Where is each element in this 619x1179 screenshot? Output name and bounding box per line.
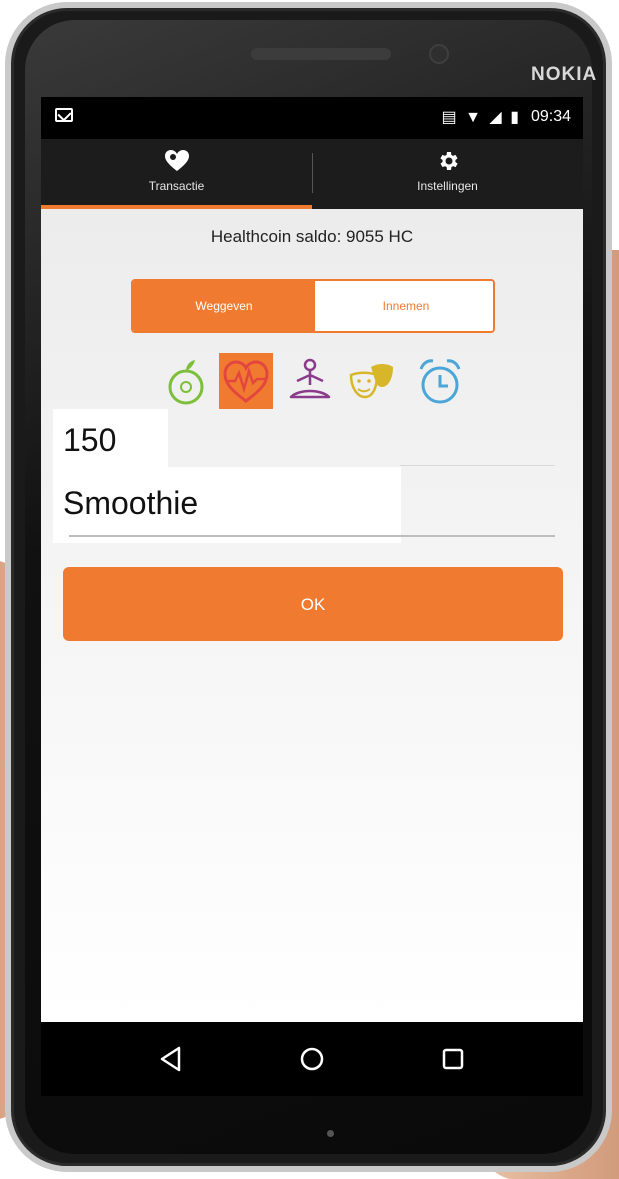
tab-label-instellingen: Instellingen	[417, 179, 478, 193]
gmail-icon	[55, 108, 73, 122]
screen: ▤ ▼ ◢ ▮ 09:34 Transactie Instellingen He…	[41, 97, 583, 1096]
category-sleep[interactable]	[413, 353, 467, 409]
wifi-icon: ▼	[465, 109, 483, 126]
tab-transactie[interactable]: Transactie	[41, 139, 312, 209]
theater-masks-icon	[349, 364, 393, 399]
category-meditation[interactable]	[283, 353, 337, 409]
status-time: 09:34	[530, 108, 571, 125]
recent-apps-button[interactable]	[393, 1022, 513, 1096]
category-health[interactable]	[219, 353, 273, 409]
amount-underline	[400, 465, 555, 466]
bottom-sensor	[327, 1130, 334, 1137]
vibrate-icon: ▤	[441, 109, 459, 126]
home-icon	[300, 1047, 324, 1071]
description-underline	[69, 535, 555, 537]
tab-label-transactie: Transactie	[148, 179, 205, 193]
back-button[interactable]	[111, 1022, 231, 1096]
navigation-bar	[41, 1022, 583, 1096]
status-icons: ▤ ▼ ◢ ▮	[442, 107, 521, 127]
earpiece-speaker	[251, 48, 391, 60]
balance-text: Healthcoin saldo: 9055 HC	[210, 227, 414, 246]
ok-button[interactable]: OK	[63, 567, 563, 641]
category-food[interactable]	[159, 353, 213, 409]
signal-icon: ◢	[489, 109, 504, 126]
transaction-content: Healthcoin saldo: 9055 HC Weggeven Innem…	[41, 209, 583, 1022]
toggle-weggeven[interactable]: Weggeven	[133, 281, 315, 331]
direction-toggle: Weggeven Innemen	[131, 279, 495, 333]
heart-coin-icon	[164, 149, 190, 173]
brand-logo: NOKIA	[531, 64, 598, 85]
status-bar: ▤ ▼ ◢ ▮ 09:34	[41, 97, 583, 139]
toggle-innemen[interactable]: Innemen	[315, 281, 493, 331]
stage: NOKIA ▤ ▼ ◢ ▮ 09:34 Transactie Instellin…	[0, 0, 619, 1179]
amount-field[interactable]: 150	[63, 422, 116, 459]
category-picker	[159, 349, 479, 413]
heartbeat-icon	[223, 360, 269, 403]
description-field[interactable]: Smoothie	[63, 485, 198, 522]
back-icon	[160, 1046, 181, 1072]
home-button[interactable]	[252, 1022, 372, 1096]
tab-instellingen[interactable]: Instellingen	[312, 139, 583, 209]
category-social[interactable]	[345, 353, 399, 409]
front-camera	[429, 44, 449, 64]
tab-bar: Transactie Instellingen	[41, 139, 583, 209]
meditation-icon	[289, 358, 331, 399]
alarm-clock-icon	[419, 359, 461, 404]
apple-icon	[168, 360, 204, 405]
battery-icon: ▮	[510, 109, 521, 126]
gear-icon	[435, 149, 461, 173]
recent-apps-icon	[442, 1048, 464, 1070]
